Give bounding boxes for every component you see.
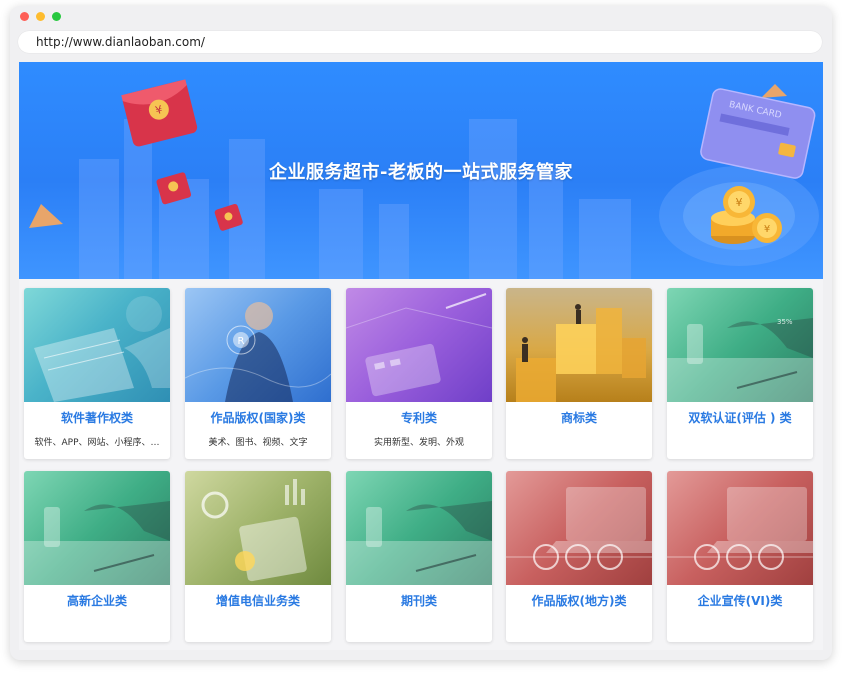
close-window-dot[interactable] bbox=[20, 12, 29, 21]
card-title: 作品版权(地方)类 bbox=[531, 594, 627, 608]
card-title: 高新企业类 bbox=[66, 594, 127, 608]
service-card-national-copyright[interactable]: R 作品版权(国家)类 美术、图书、视频、文字 bbox=[185, 288, 331, 459]
city-building bbox=[319, 189, 363, 279]
city-building bbox=[379, 204, 409, 279]
page-viewport: ¥ 企业服务超市-老板的一站式服务管家 BANK CARD ¥ ¥ 软件著作权类… bbox=[19, 62, 823, 650]
card-image bbox=[185, 471, 331, 585]
maximize-window-dot[interactable] bbox=[52, 12, 61, 21]
bank-card-icon: BANK CARD ¥ ¥ bbox=[659, 88, 819, 266]
report-illustration bbox=[346, 501, 492, 585]
service-card-journal[interactable]: 期刊类 bbox=[346, 471, 492, 642]
address-bar[interactable]: http://www.dianlaoban.com/ bbox=[18, 31, 822, 53]
browser-window: http://www.dianlaoban.com/ ¥ 企业服务超市-老板的一… bbox=[10, 6, 832, 660]
hero-banner: ¥ 企业服务超市-老板的一站式服务管家 BANK CARD ¥ ¥ bbox=[19, 62, 823, 279]
laptop-illustration bbox=[34, 296, 170, 402]
gold-blocks-illustration bbox=[516, 304, 646, 402]
service-card-corporate-vi[interactable]: 企业宣传(VI)类 bbox=[667, 471, 813, 642]
report-illustration bbox=[24, 501, 170, 585]
svg-text:35%: 35% bbox=[777, 318, 793, 326]
card-title: 双软认证(评估 ) 类 bbox=[688, 411, 792, 425]
calculator-illustration bbox=[346, 293, 492, 397]
card-title: 企业宣传(VI)类 bbox=[697, 594, 783, 608]
city-building bbox=[469, 119, 517, 279]
service-card-local-copyright[interactable]: 作品版权(地方)类 bbox=[506, 471, 652, 642]
businessman-illustration: R bbox=[185, 302, 331, 402]
card-title: 软件著作权类 bbox=[60, 411, 133, 425]
paper-plane-icon bbox=[29, 204, 63, 228]
card-title: 作品版权(国家)类 bbox=[210, 411, 306, 425]
card-title: 专利类 bbox=[400, 411, 437, 425]
card-image bbox=[506, 471, 652, 585]
card-image bbox=[667, 471, 813, 585]
card-image: R bbox=[185, 288, 331, 402]
window-controls bbox=[20, 12, 61, 21]
service-card-software-copyright[interactable]: 软件著作权类 软件、APP、网站、小程序、… bbox=[24, 288, 170, 459]
card-image: 35% bbox=[667, 288, 813, 402]
card-subtitle: 实用新型、发明、外观 bbox=[373, 438, 464, 448]
card-subtitle: 美术、图书、视频、文字 bbox=[208, 438, 308, 448]
city-building bbox=[529, 169, 563, 279]
card-subtitle: 软件、APP、网站、小程序、… bbox=[34, 438, 160, 448]
red-envelope-icon: ¥ bbox=[121, 79, 198, 147]
service-card-dual-software[interactable]: 35% 双软认证(评估 ) 类 bbox=[667, 288, 813, 459]
tablet-illustration bbox=[201, 479, 307, 582]
service-card-trademark[interactable]: 商标类 bbox=[506, 288, 652, 459]
card-title: 期刊类 bbox=[400, 594, 437, 608]
card-image bbox=[506, 288, 652, 402]
city-building bbox=[579, 199, 631, 279]
laptop-analytics-illustration bbox=[506, 487, 652, 570]
card-image bbox=[346, 288, 492, 402]
report-illustration: 35% bbox=[667, 318, 813, 402]
svg-text:¥: ¥ bbox=[736, 196, 743, 209]
minimize-window-dot[interactable] bbox=[36, 12, 45, 21]
laptop-analytics-illustration bbox=[667, 487, 813, 570]
svg-text:R: R bbox=[238, 336, 245, 347]
service-card-high-tech[interactable]: 高新企业类 bbox=[24, 471, 170, 642]
svg-text:¥: ¥ bbox=[764, 224, 770, 235]
card-image bbox=[346, 471, 492, 585]
card-title: 增值电信业务类 bbox=[215, 594, 300, 608]
service-card-patent[interactable]: 专利类 实用新型、发明、外观 bbox=[346, 288, 492, 459]
card-image bbox=[24, 471, 170, 585]
card-title: 商标类 bbox=[560, 411, 597, 425]
card-image bbox=[24, 288, 170, 402]
red-envelope-icon bbox=[214, 203, 243, 231]
service-card-telecom[interactable]: 增值电信业务类 bbox=[185, 471, 331, 642]
